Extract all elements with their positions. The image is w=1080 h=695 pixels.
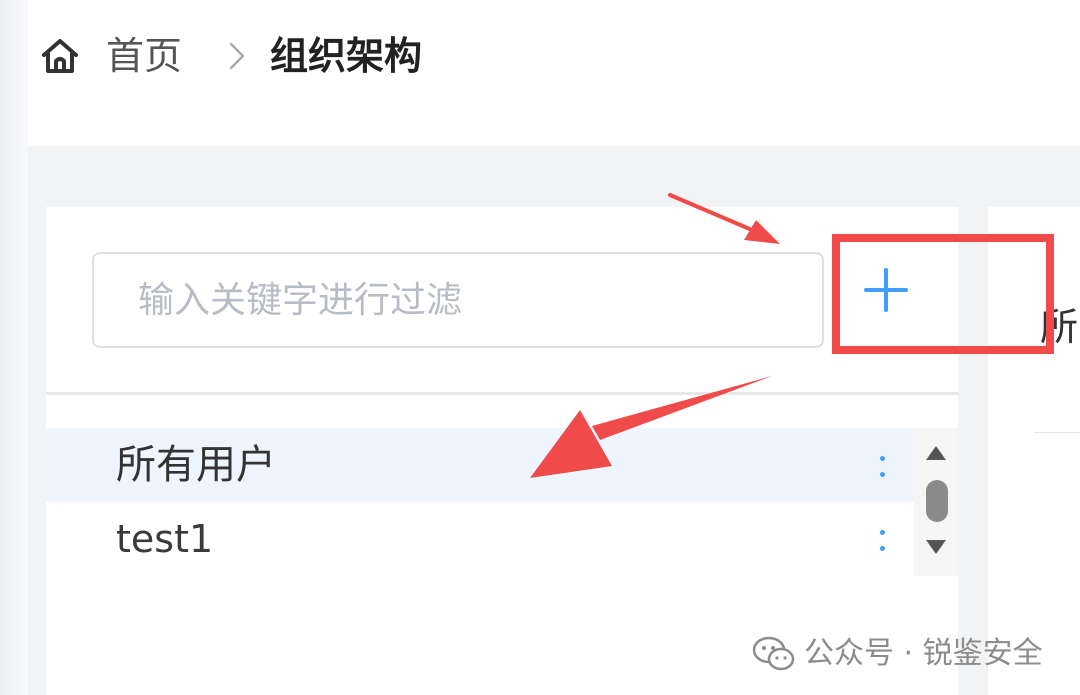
watermark-text: 公众号 · 锐鉴安全: [804, 636, 1043, 671]
tree-item-label: test1: [116, 517, 214, 561]
page-header: [28, 0, 1080, 146]
breadcrumb-current: 组织架构: [270, 34, 423, 78]
tree-scrollbar[interactable]: [914, 428, 958, 576]
wechat-icon: [752, 636, 795, 671]
more-vertical-icon[interactable]: [872, 516, 892, 562]
detail-divider: [1034, 432, 1080, 433]
chevron-right-icon: [229, 42, 245, 70]
scroll-down-arrow-icon[interactable]: [926, 540, 946, 554]
breadcrumb-home[interactable]: 首页: [106, 34, 182, 78]
plus-icon[interactable]: [846, 252, 926, 332]
tree-item-label: 所有用户: [116, 442, 276, 488]
home-icon[interactable]: [40, 36, 80, 76]
filter-input[interactable]: [94, 254, 822, 346]
filter-box: [92, 252, 824, 348]
scroll-up-arrow-icon[interactable]: [926, 446, 946, 460]
scroll-thumb[interactable]: [926, 480, 948, 522]
detail-panel: [988, 207, 1080, 695]
tree-item-test1[interactable]: test1: [46, 502, 914, 576]
watermark: 公众号 · 锐鉴安全: [752, 632, 1043, 676]
panel-divider: [46, 392, 958, 395]
tree-item-all-users[interactable]: 所有用户: [46, 428, 914, 502]
more-vertical-icon[interactable]: [872, 442, 892, 488]
detail-heading: 所: [1040, 305, 1079, 349]
left-edge-strip: [0, 0, 28, 695]
